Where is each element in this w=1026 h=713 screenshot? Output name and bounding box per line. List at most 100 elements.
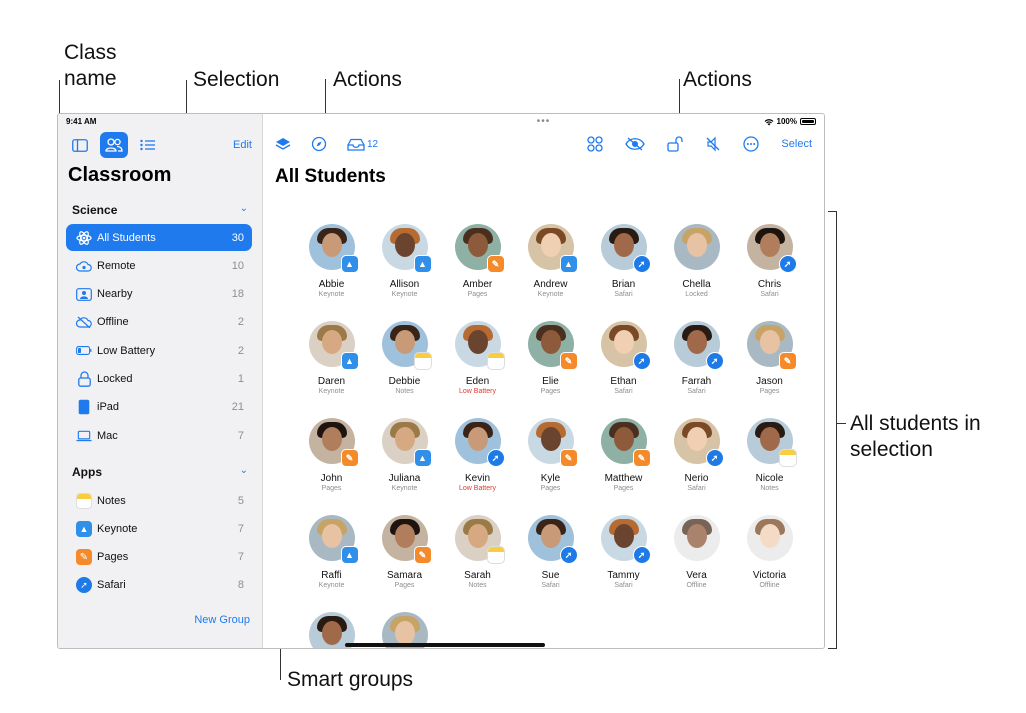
student-tile[interactable]: ✎ John Pages bbox=[295, 418, 368, 515]
student-grid: ▲ Abbie Keynote ▲ Allison Keynote ✎ Amber Pages ▲… bbox=[295, 224, 815, 648]
student-avatar: ▲ bbox=[381, 224, 432, 273]
compass-icon[interactable] bbox=[311, 136, 327, 152]
student-tile[interactable]: Victoria Offline bbox=[733, 515, 806, 612]
multitasking-dots-icon[interactable]: ••• bbox=[537, 116, 551, 127]
student-tile[interactable]: ➚ Nerio Safari bbox=[660, 418, 733, 515]
safari-badge-icon: ➚ bbox=[559, 546, 578, 564]
app-grid-icon[interactable] bbox=[587, 136, 604, 152]
class-view-button[interactable] bbox=[100, 132, 128, 158]
safari-app-icon: ➚ bbox=[76, 577, 92, 594]
sidebar-item-label: Nearby bbox=[97, 288, 133, 301]
callout-all-students-line2: selection bbox=[850, 438, 933, 461]
student-status: Keynote bbox=[391, 291, 418, 298]
student-avatar: ✎ bbox=[527, 321, 578, 370]
app-item-notes[interactable]: Notes 5 bbox=[66, 487, 252, 514]
callout-actions-right: Actions bbox=[683, 68, 752, 91]
app-item-keynote[interactable]: ▲ Keynote 7 bbox=[66, 515, 252, 542]
chevron-down-icon[interactable]: ⌄ bbox=[240, 465, 248, 476]
layers-icon[interactable] bbox=[275, 137, 291, 152]
student-avatar: ✎ bbox=[454, 224, 505, 273]
more-icon[interactable] bbox=[743, 136, 760, 152]
class-section-header[interactable]: Science bbox=[72, 203, 117, 217]
student-tile[interactable]: Vera Offline bbox=[660, 515, 733, 612]
student-tile[interactable]: ✎ Samara Pages bbox=[368, 515, 441, 612]
student-tile[interactable]: ▲ Andrew Keynote bbox=[514, 224, 587, 321]
student-tile[interactable]: ✎ Elie Pages bbox=[514, 321, 587, 418]
student-tile[interactable]: ▲ Abbie Keynote bbox=[295, 224, 368, 321]
student-tile[interactable]: ✎ Kyle Pages bbox=[514, 418, 587, 515]
student-tile[interactable]: ✎ Amber Pages bbox=[441, 224, 514, 321]
chevron-down-icon[interactable]: ⌄ bbox=[240, 203, 248, 214]
student-status: Locked bbox=[685, 291, 708, 298]
inbox-button[interactable]: 12 bbox=[347, 138, 378, 151]
apps-section-header[interactable]: Apps bbox=[72, 465, 102, 479]
student-avatar: ▲ bbox=[527, 224, 578, 273]
sidebar-item-count: 2 bbox=[237, 344, 244, 357]
student-tile[interactable]: ➚ Kevin Low Battery bbox=[441, 418, 514, 515]
student-tile[interactable]: Debbie Notes bbox=[368, 321, 441, 418]
sidebar-item-offline[interactable]: Offline 2 bbox=[66, 309, 252, 336]
pages-badge-icon: ✎ bbox=[632, 449, 651, 467]
sidebar-item-all-students[interactable]: All Students 30 bbox=[66, 224, 252, 251]
list-view-button[interactable] bbox=[134, 132, 162, 158]
pages-badge-icon: ✎ bbox=[340, 449, 359, 467]
student-tile[interactable]: ▲ Juliana Keynote bbox=[368, 418, 441, 515]
student-name: Farrah bbox=[681, 376, 712, 387]
student-name: Samara bbox=[386, 570, 422, 581]
student-tile[interactable]: ✎ Matthew Pages bbox=[587, 418, 660, 515]
student-status: Safari bbox=[541, 582, 560, 589]
student-name: Kyle bbox=[540, 473, 561, 484]
student-tile[interactable]: Eden Low Battery bbox=[441, 321, 514, 418]
callout-all-students-bracket bbox=[836, 211, 837, 649]
student-status: Pages bbox=[613, 485, 634, 492]
student-tile[interactable]: ▲ Raffi Keynote bbox=[295, 515, 368, 612]
sidebar-item-label: Locked bbox=[97, 373, 133, 385]
student-name: Raffi bbox=[321, 570, 342, 581]
student-tile[interactable]: Chella Locked bbox=[660, 224, 733, 321]
student-tile[interactable]: ▲ Allison Keynote bbox=[368, 224, 441, 321]
sidebar-item-label: iPad bbox=[97, 401, 120, 414]
student-tile[interactable]: ➚ Sue Safari bbox=[514, 515, 587, 612]
sidebar-item-mac[interactable]: Mac 7 bbox=[66, 422, 252, 449]
app-item-pages[interactable]: ✎ Pages 7 bbox=[66, 544, 252, 571]
student-tile[interactable]: ➚ Brian Safari bbox=[587, 224, 660, 321]
student-tile[interactable]: ➚ Ethan Safari bbox=[587, 321, 660, 418]
student-tile[interactable]: ➚ Farrah Safari bbox=[660, 321, 733, 418]
sidebar-item-remote[interactable]: Remote 10 bbox=[66, 252, 252, 279]
wifi-icon bbox=[764, 118, 773, 125]
edit-button[interactable]: Edit bbox=[233, 139, 252, 151]
sidebar-item-nearby[interactable]: Nearby 18 bbox=[66, 281, 252, 308]
student-tile[interactable]: ➚ Tammy Safari bbox=[587, 515, 660, 612]
avatar-face bbox=[759, 330, 780, 354]
sidebar-item-low-battery[interactable]: Low Battery 2 bbox=[66, 337, 252, 364]
student-status: Low Battery bbox=[459, 485, 496, 492]
student-status: Pages bbox=[467, 291, 488, 298]
student-tile[interactable]: ➚ Chris Safari bbox=[733, 224, 806, 321]
keynote-badge-icon: ▲ bbox=[413, 449, 432, 467]
sidebar-item-locked[interactable]: Locked 1 bbox=[66, 366, 252, 393]
sidebar-toggle-button[interactable] bbox=[66, 132, 94, 158]
mute-icon[interactable] bbox=[705, 136, 721, 152]
avatar-face bbox=[613, 233, 634, 257]
student-tile[interactable]: Sarah Notes bbox=[441, 515, 514, 612]
student-avatar bbox=[454, 515, 505, 564]
student-tile[interactable]: ▲ Daren Keynote bbox=[295, 321, 368, 418]
laptop-icon bbox=[76, 428, 92, 444]
student-status: Safari bbox=[687, 485, 706, 492]
new-group-button[interactable]: New Group bbox=[194, 614, 250, 626]
student-avatar: ▲ bbox=[381, 418, 432, 467]
avatar-face bbox=[321, 233, 342, 257]
app-item-label: Safari bbox=[97, 579, 126, 592]
student-status: Keynote bbox=[537, 291, 564, 298]
student-status: Keynote bbox=[318, 291, 345, 298]
select-button[interactable]: Select bbox=[781, 138, 812, 150]
app-item-safari[interactable]: ➚ Safari 8 bbox=[66, 572, 252, 599]
avatar-face bbox=[321, 524, 342, 548]
student-tile[interactable]: ✎ Jason Pages bbox=[733, 321, 806, 418]
student-tile[interactable]: Nicole Notes bbox=[733, 418, 806, 515]
hide-eye-icon[interactable] bbox=[625, 137, 646, 151]
unlock-icon[interactable] bbox=[667, 136, 684, 152]
student-avatar: ✎ bbox=[600, 418, 651, 467]
notes-badge-icon bbox=[486, 352, 505, 370]
sidebar-item-ipad[interactable]: iPad 21 bbox=[66, 394, 252, 421]
